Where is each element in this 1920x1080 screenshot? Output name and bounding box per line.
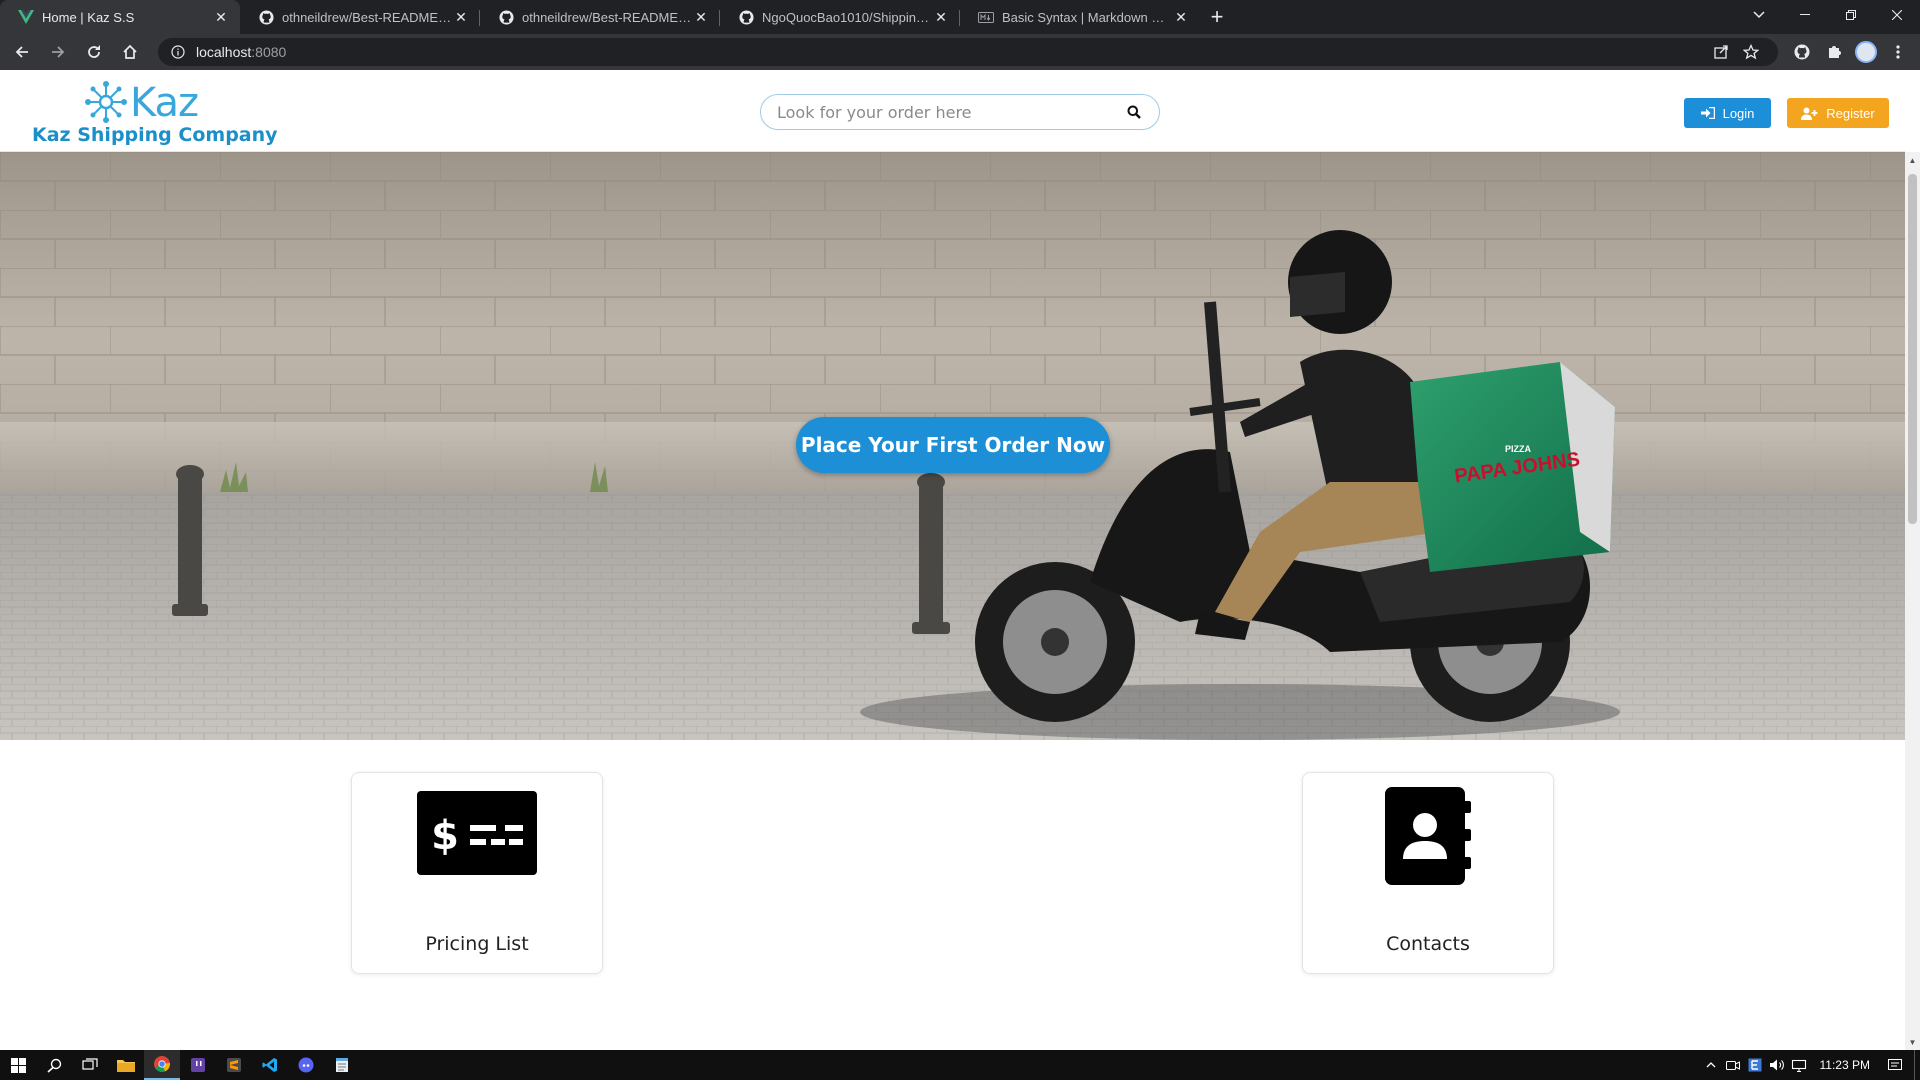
site-header: Kaz Kaz Shipping Company Login Register [0,70,1905,152]
taskbar-clock[interactable]: 11:23 PM [1820,1058,1870,1072]
github-icon [258,9,274,25]
close-tab-icon[interactable]: ✕ [692,8,710,26]
register-label: Register [1826,105,1875,121]
restore-icon[interactable] [1828,0,1874,30]
windows-start-icon[interactable] [0,1050,36,1080]
contacts-label: Contacts [1386,933,1470,955]
url-host: localhost [196,44,252,60]
order-search-input[interactable] [777,102,1125,122]
file-explorer-icon[interactable] [108,1050,144,1080]
forward-arrow-icon[interactable] [44,38,72,66]
tab-search-chevron-icon[interactable] [1736,0,1782,30]
scroll-up-arrow-icon[interactable]: ▲ [1905,152,1920,168]
menu-kebab-icon[interactable] [1882,38,1914,66]
twitch-app-icon[interactable] [180,1050,216,1080]
github-icon [498,9,514,25]
notepad-icon[interactable] [324,1050,360,1080]
notifications-icon[interactable] [1884,1050,1906,1080]
contacts-card[interactable]: Contacts [1302,772,1554,974]
meet-now-icon[interactable] [1722,1050,1744,1080]
search-icon[interactable] [1125,103,1143,121]
search-icon[interactable] [36,1050,72,1080]
tab-github-readme-1[interactable]: othneildrew/Best-README-Temp ✕ [240,0,480,34]
system-tray: 11:23 PM [1700,1050,1920,1080]
bookmark-star-icon[interactable] [1736,38,1766,66]
share-icon[interactable] [1706,38,1736,66]
show-desktop-button[interactable] [1914,1050,1920,1080]
tab-github-shipping[interactable]: NgoQuocBao1010/Shipping-Syst ✕ [720,0,960,34]
extensions-puzzle-icon[interactable] [1818,38,1850,66]
pricing-list-card[interactable]: $ Pricing List [351,772,603,974]
chrome-taskbar-icon[interactable] [144,1050,180,1080]
login-label: Login [1722,105,1755,121]
user-plus-icon [1801,107,1818,120]
network-icon[interactable] [1788,1050,1810,1080]
svg-text:$: $ [431,813,459,859]
vscode-icon[interactable] [252,1050,288,1080]
address-bar[interactable]: localhost:8080 [158,38,1778,66]
sign-in-icon [1700,107,1715,119]
order-search-box [760,94,1160,130]
site-logo[interactable]: Kaz Kaz Shipping Company [32,80,278,148]
minimize-icon[interactable] [1782,0,1828,30]
language-input-icon[interactable] [1744,1050,1766,1080]
web-page: Kaz Kaz Shipping Company Login Register [0,70,1920,1050]
scroll-down-arrow-icon[interactable]: ▼ [1905,1034,1920,1050]
reload-icon[interactable] [80,38,108,66]
close-tab-icon[interactable]: ✕ [452,8,470,26]
browser-tab-strip: Home | Kaz S.S ✕ othneildrew/Best-README… [0,0,1920,34]
tab-markdown-guide[interactable]: Basic Syntax | Markdown Guide ✕ [960,0,1200,34]
github-extension-icon[interactable] [1786,38,1818,66]
sublime-text-icon[interactable] [216,1050,252,1080]
tab-title: othneildrew/Best-README-Temp [282,9,452,25]
back-arrow-icon[interactable] [8,38,36,66]
new-tab-button[interactable]: + [1200,0,1234,34]
home-icon[interactable] [116,38,144,66]
discord-icon[interactable] [288,1050,324,1080]
place-first-order-button[interactable]: Place Your First Order Now [796,417,1110,473]
task-view-icon[interactable] [72,1050,108,1080]
tab-title: NgoQuocBao1010/Shipping-Syst [762,9,932,25]
vue-icon [18,9,34,25]
svg-text:PIZZA: PIZZA [1505,444,1531,454]
volume-icon[interactable] [1766,1050,1788,1080]
window-controls [1782,0,1920,34]
tab-title: Home | Kaz S.S [42,9,135,25]
logo-subtitle: Kaz Shipping Company [32,124,278,146]
hero-banner: PIZZA PAPA JOHNS Place Your First Order … [0,152,1905,740]
profile-avatar-icon[interactable] [1850,38,1882,66]
close-tab-icon[interactable]: ✕ [212,8,230,26]
tab-title: Basic Syntax | Markdown Guide [1002,9,1172,25]
markdown-icon [978,9,994,25]
close-tab-icon[interactable]: ✕ [932,8,950,26]
url-port: :8080 [251,44,287,60]
windows-taskbar: 11:23 PM [0,1050,1920,1080]
tab-github-readme-2[interactable]: othneildrew/Best-README-Temp ✕ [480,0,720,34]
close-window-icon[interactable] [1874,0,1920,30]
scrollbar-thumb[interactable] [1908,174,1917,524]
chevron-up-icon[interactable] [1700,1050,1722,1080]
tab-title: othneildrew/Best-README-Temp [522,9,692,25]
login-button[interactable]: Login [1684,98,1771,128]
logo-wordmark: Kaz [130,80,199,126]
page-scrollbar[interactable]: ▲ ▼ [1905,152,1920,1050]
browser-toolbar: localhost:8080 [0,34,1920,70]
money-bill-icon: $ [417,791,537,875]
close-tab-icon[interactable]: ✕ [1172,8,1190,26]
register-button[interactable]: Register [1787,98,1889,128]
logo-network-icon [85,81,127,123]
address-book-icon [1385,787,1471,885]
tab-home-kaz[interactable]: Home | Kaz S.S ✕ [0,0,240,34]
pricing-list-label: Pricing List [425,933,529,955]
github-icon [738,9,754,25]
info-icon[interactable] [170,44,186,60]
